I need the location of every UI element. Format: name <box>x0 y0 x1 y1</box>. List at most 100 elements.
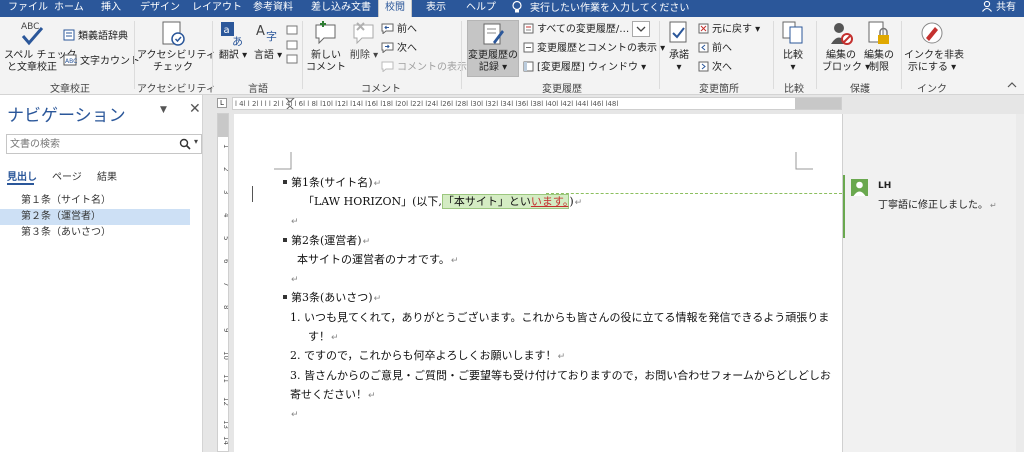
nav-tab-headings[interactable]: 見出し <box>7 168 37 183</box>
show-markup-button[interactable]: 変更履歴とコメントの表示 ▾ <box>523 42 665 55</box>
accept-icon <box>669 21 687 43</box>
list-item-1-line-1[interactable]: 1. いつも見てくれて，ありがとうございます。これからも皆さんの役に立てる情報を… <box>290 310 829 325</box>
list-item-1-line-2[interactable]: す！↵ <box>308 329 339 346</box>
track-changes-button[interactable]: 変更履歴の 記録 ▾ <box>467 22 519 74</box>
empty-paragraph[interactable]: ↵ <box>290 406 299 423</box>
empty-paragraph[interactable]: ↵ <box>290 271 299 288</box>
tab-file[interactable]: ファイル <box>8 0 48 17</box>
paragraph-article-1[interactable]: 「LAW HORIZON」(以下,「本サイト」といいます。)↵ <box>303 194 582 211</box>
tab-references[interactable]: 参考資料 <box>253 0 293 17</box>
display-for-review-select[interactable]: すべての変更履歴/… <box>523 23 629 36</box>
list-item-3-line-1[interactable]: 3. 皆さんからのご意見・ご質問・ご要望等も受け付けておりますので，お問い合わせ… <box>290 368 831 383</box>
nav-heading-item[interactable]: 第３条（あいさつ） <box>0 225 190 241</box>
restrict-editing-label-1: 編集の <box>864 50 894 61</box>
nav-heading-item-selected[interactable]: 第２条（運営者） <box>0 209 190 225</box>
list-item-2[interactable]: 2. ですので，これからも何卒よろしくお願いします！↵ <box>290 348 565 365</box>
group-label-comments: コメント <box>361 84 401 95</box>
group-separator <box>816 21 817 89</box>
accessibility-check-button[interactable]: アクセシビリティ チェック <box>137 20 216 74</box>
heading-article-1[interactable]: 第1条(サイト名)↵ <box>283 175 381 192</box>
svg-text:A: A <box>256 24 265 39</box>
comment-body[interactable]: 丁寧語に修正しました。 ↵ <box>878 196 997 211</box>
all-markup-label: すべての変更履歴/… <box>537 24 630 35</box>
commented-text[interactable]: 「本サイト」といいます。 <box>441 194 570 209</box>
tab-selector[interactable]: L <box>217 98 227 108</box>
nav-close-button[interactable]: ✕ <box>189 101 201 117</box>
compare-button[interactable]: 比較 ▾ <box>778 20 808 74</box>
thesaurus-button[interactable]: 類義語辞典 <box>63 29 128 43</box>
next-comment-button[interactable]: 次へ <box>381 42 417 55</box>
reject-button[interactable]: 元に戻す ▾ <box>698 23 760 36</box>
nav-options-button[interactable]: ▼ <box>160 105 167 115</box>
empty-paragraph[interactable]: ↵ <box>290 213 299 230</box>
collapse-ribbon-button[interactable] <box>1007 80 1017 93</box>
horizontal-ruler[interactable]: l 4l l 2l l l l 2l l 4l l 6l l 8l l10l l… <box>232 97 842 110</box>
next-change-button[interactable]: 次へ <box>698 61 732 74</box>
tab-mailings[interactable]: 差し込み文書 <box>311 0 371 17</box>
reviewing-pane-icon <box>523 61 534 72</box>
tab-review[interactable]: 校閲 <box>378 0 412 17</box>
delete-label: 削除 <box>349 50 370 61</box>
group-label-language: 言語 <box>248 84 268 95</box>
nav-heading-item[interactable]: 第１条（サイト名） <box>0 193 190 209</box>
show-comments-button[interactable]: コメントの表示 <box>381 61 467 74</box>
svg-text:ABC: ABC <box>21 22 39 32</box>
heading-article-3[interactable]: 第3条(あいさつ)↵ <box>283 290 381 307</box>
tab-home[interactable]: ホーム <box>54 0 84 17</box>
previous-comment-icon <box>381 23 394 34</box>
person-icon <box>853 181 866 196</box>
share-button[interactable]: 共有 <box>981 0 1016 17</box>
tab-insert[interactable]: 挿入 <box>101 0 121 17</box>
comment-connector-line <box>546 193 842 194</box>
tab-view[interactable]: 表示 <box>426 0 446 17</box>
group-separator <box>461 21 462 89</box>
crop-mark-top-right <box>795 152 813 170</box>
ruler-number: 9 <box>222 328 229 333</box>
tab-help[interactable]: ヘルプ <box>466 0 496 17</box>
nav-tab-pages[interactable]: ページ <box>52 168 82 183</box>
nav-search-input[interactable] <box>7 135 167 153</box>
ruler-number: 14 <box>222 436 229 445</box>
language-button[interactable]: A 字 言語 ▾ <box>250 20 286 62</box>
delete-comment-button[interactable]: 削除 ▾ <box>348 20 380 62</box>
vertical-ruler[interactable]: 1 2 3 4 5 6 7 8 9 10 11 12 13 14 <box>217 113 229 452</box>
search-options-dropdown[interactable]: ▾ <box>194 137 198 146</box>
previous-comment-button[interactable]: 前へ <box>381 23 417 36</box>
heading-article-2[interactable]: 第2条(運営者)↵ <box>283 233 370 250</box>
accessibility-icon <box>162 21 185 46</box>
accept-button[interactable]: 承諾 ▾ <box>664 20 694 74</box>
tell-me-box[interactable]: 実行したい作業を入力してください <box>510 0 689 17</box>
indent-marker-icon[interactable] <box>285 98 295 110</box>
restrict-editing-button[interactable]: 編集の 制限 <box>860 20 898 74</box>
next-comment-label: 次へ <box>397 43 417 54</box>
translate-button[interactable]: a あ 翻訳 ▾ <box>216 20 250 62</box>
show-comments-label: コメントの表示 <box>397 62 467 73</box>
markup-dropdown-button[interactable] <box>632 21 650 37</box>
reviewing-pane-button[interactable]: [変更履歴] ウィンドウ ▾ <box>523 61 646 74</box>
ruler-margin-area <box>795 98 841 109</box>
word-count-label: 文字カウント <box>80 56 140 67</box>
group-separator <box>212 21 213 89</box>
block-authors-label-2: ブロック <box>822 62 862 73</box>
previous-change-button[interactable]: 前へ <box>698 42 732 55</box>
paragraph-article-2[interactable]: 本サイトの運営者のナオです。↵ <box>297 252 458 269</box>
chevron-down-icon <box>636 26 646 32</box>
previous-change-label: 前へ <box>712 43 732 54</box>
list-item-3-line-2[interactable]: 寄せください！↵ <box>290 387 376 404</box>
inserted-text: います。 <box>530 195 569 208</box>
vertical-scrollbar[interactable] <box>1016 114 1024 452</box>
nav-search-box: ▾ <box>6 134 202 154</box>
article-1-text-post: ) <box>569 195 574 208</box>
new-comment-button[interactable]: 新しい コメント <box>306 20 346 74</box>
word-count-button[interactable]: ABC 文字カウント <box>63 54 140 68</box>
spell-check-button[interactable]: ABC スペル チェック と文章校正 <box>4 20 76 74</box>
tab-design[interactable]: デザイン <box>140 0 180 17</box>
ruler-number: 1 <box>222 144 229 149</box>
block-authors-button[interactable]: 編集の ブロック ▾ <box>822 20 870 74</box>
search-icon[interactable] <box>179 138 191 150</box>
nav-tab-results[interactable]: 結果 <box>97 168 117 183</box>
person-icon <box>982 0 992 12</box>
hide-ink-button[interactable]: インクを非表 示にする ▾ <box>904 20 964 74</box>
tab-layout[interactable]: レイアウト <box>192 0 242 17</box>
compare-icon <box>782 21 803 44</box>
